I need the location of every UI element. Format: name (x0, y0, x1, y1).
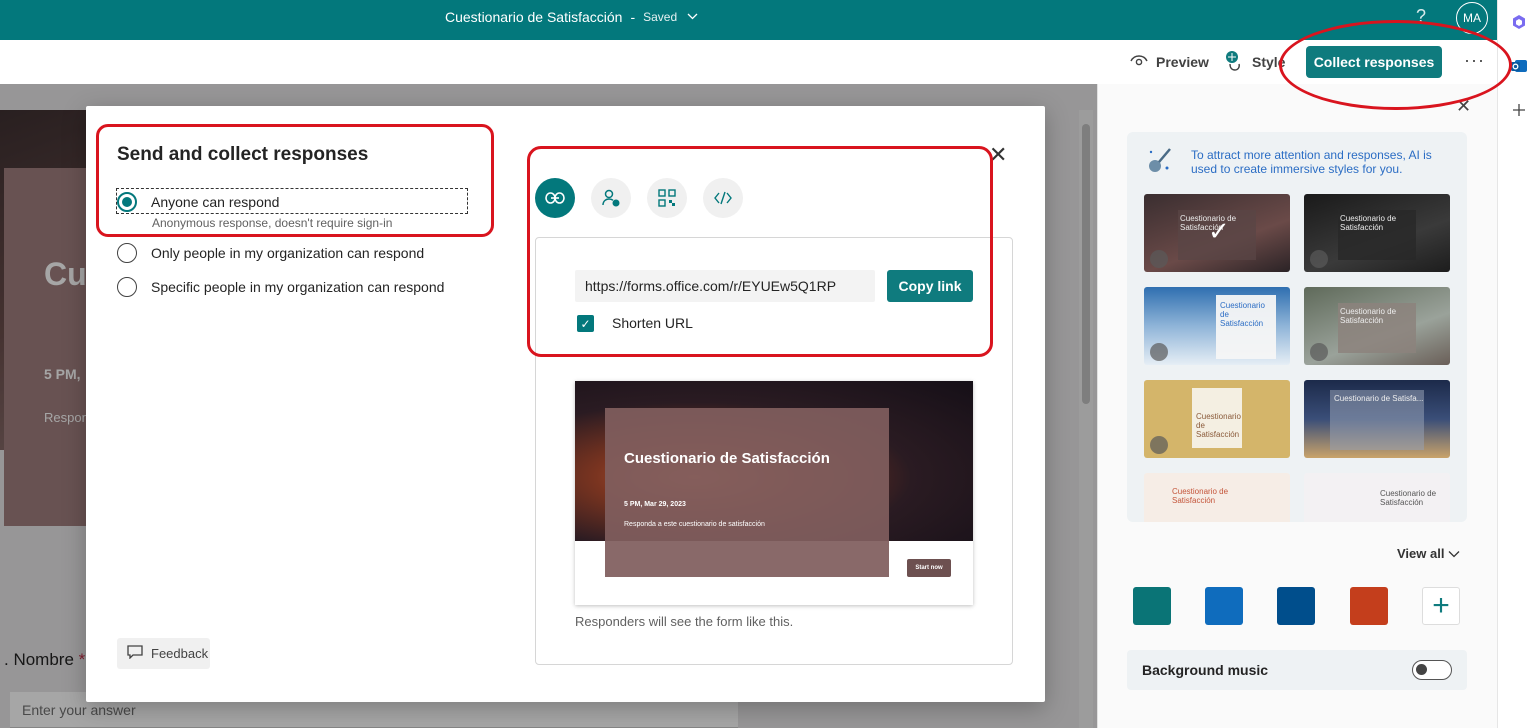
background-music-label: Background music (1142, 662, 1269, 678)
color-swatch[interactable] (1350, 587, 1388, 625)
option-organization[interactable]: Only people in my organization can respo… (117, 243, 424, 263)
theme-thumbnail[interactable]: Cuestionario de Satisfa... (1304, 380, 1450, 458)
title-separator: - (630, 9, 636, 25)
annotation-highlight-collect (1279, 20, 1512, 110)
copilot-icon[interactable] (1511, 14, 1527, 30)
theme-title: Cuestionario de Satisfacción (1340, 214, 1397, 232)
chevron-down-icon[interactable] (687, 11, 698, 23)
color-swatch[interactable] (1205, 587, 1243, 625)
form-preview: Cuestionario de Satisfacción 5 PM, Mar 2… (575, 381, 973, 605)
radio-button[interactable] (117, 243, 137, 263)
theme-thumbnail[interactable]: Cuestionario de Satisfacción (1144, 287, 1290, 365)
option-label: Only people in my organization can respo… (151, 245, 425, 261)
preview-label: Preview (1156, 54, 1209, 70)
color-swatch[interactable] (1277, 587, 1315, 625)
command-bar: Preview Style Collect responses ··· (0, 40, 1497, 84)
view-all-button[interactable]: View all (1397, 546, 1460, 561)
preview-date: 5 PM, Mar 29, 2023 (624, 501, 686, 508)
preview-button[interactable]: Preview (1130, 40, 1209, 84)
form-title-area[interactable]: Cuestionario de Satisfacción - Saved (445, 0, 698, 34)
eye-icon (1130, 54, 1148, 70)
theme-title: Cuestionario de Satisfacción (1196, 412, 1241, 439)
play-icon (1310, 250, 1328, 268)
style-button[interactable]: Style (1224, 40, 1285, 84)
theme-title: Cuestionario de Satisfacción (1220, 301, 1265, 328)
preview-description: Responda a este cuestionario de satisfac… (624, 521, 765, 528)
theme-thumbnail[interactable]: Cuestionario de Satisfacción (1144, 473, 1290, 522)
play-icon (1150, 343, 1168, 361)
option-label: Specific people in my organization can r… (151, 279, 445, 295)
preview-title: Cuestionario de Satisfacción (624, 450, 830, 467)
theme-title: Cuestionario de Satisfacción (1380, 489, 1437, 507)
view-all-label: View all (1397, 546, 1445, 561)
annotation-highlight-options (96, 124, 494, 237)
style-panel: ✕ To attract more attention and response… (1097, 84, 1497, 728)
theme-thumbnail[interactable]: Cuestionario de Satisfacción (1304, 473, 1450, 522)
play-icon (1150, 436, 1168, 454)
palette-icon (1224, 50, 1244, 75)
saved-status: Saved (643, 10, 678, 24)
theme-thumbnail[interactable]: Cuestionario de Satisfacción (1304, 287, 1450, 365)
option-specific-people[interactable]: Specific people in my organization can r… (117, 277, 444, 297)
play-icon (1150, 250, 1168, 268)
theme-title: Cuestionario de Satisfacción (1172, 487, 1229, 505)
app-header: Cuestionario de Satisfacción - Saved ? M… (0, 0, 1497, 40)
outlook-icon[interactable] (1511, 58, 1527, 74)
background-music-row: Background music (1127, 650, 1467, 690)
theme-thumbnail[interactable]: Cuestionario de Satisfacción (1144, 380, 1290, 458)
preview-note: Responders will see the form like this. (575, 614, 794, 629)
add-color-button[interactable]: + (1422, 587, 1460, 625)
preview-start-button: Start now (907, 559, 951, 577)
play-icon (1310, 343, 1328, 361)
chevron-down-icon (1448, 546, 1460, 561)
annotation-highlight-link (527, 146, 993, 357)
theme-thumbnail[interactable]: Cuestionario de Satisfacción (1304, 194, 1450, 272)
feedback-label: Feedback (151, 646, 209, 661)
form-title: Cuestionario de Satisfacción (445, 9, 623, 25)
ai-styles-note: To attract more attention and responses,… (1191, 148, 1432, 176)
theme-title: Cuestionario de Satisfacción (1340, 307, 1397, 325)
theme-thumbnail[interactable]: Cuestionario de Satisfacción ✓ (1144, 194, 1290, 272)
checkmark-icon: ✓ (1208, 216, 1230, 246)
background-music-toggle[interactable] (1412, 660, 1452, 680)
color-swatch[interactable] (1133, 587, 1171, 625)
radio-button[interactable] (117, 277, 137, 297)
theme-title: Cuestionario de Satisfa... (1334, 394, 1424, 403)
app-strip (1497, 0, 1537, 728)
preview-card (605, 408, 889, 577)
feedback-icon (127, 645, 143, 662)
theme-gallery: To attract more attention and responses,… (1127, 132, 1467, 522)
add-app-icon[interactable] (1511, 102, 1527, 118)
feedback-button[interactable]: Feedback (117, 638, 210, 669)
ai-paintbrush-icon (1143, 146, 1173, 176)
